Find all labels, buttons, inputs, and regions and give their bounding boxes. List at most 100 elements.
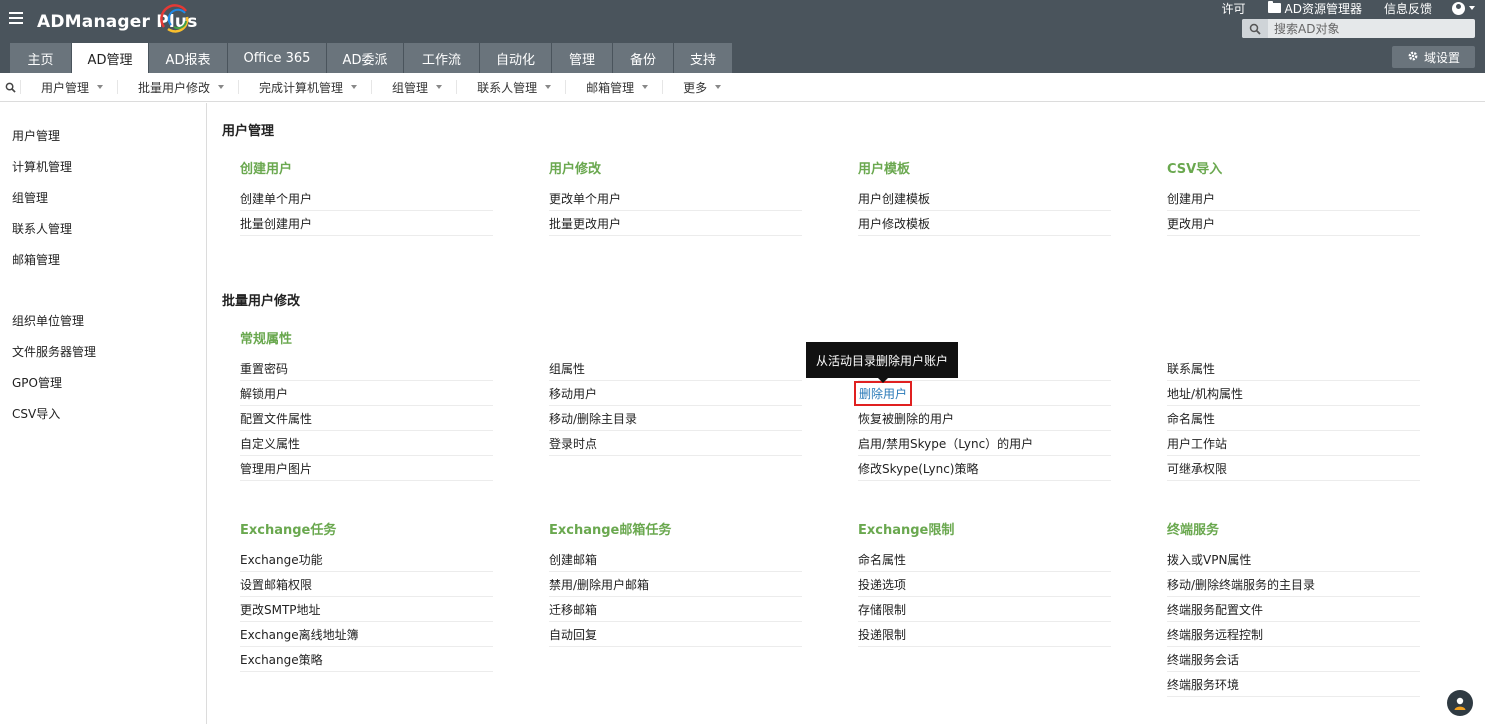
link-logon-hours[interactable]: 登录时点 (549, 431, 802, 456)
link-ts-sessions[interactable]: 终端服务会话 (1167, 647, 1420, 672)
link-inheritable-permissions[interactable]: 可继承权限 (1167, 456, 1420, 481)
search-icon[interactable] (1242, 19, 1268, 38)
domain-settings-label: 域设置 (1423, 50, 1460, 65)
link-naming-attributes[interactable]: 命名属性 (1167, 406, 1420, 431)
subnav-label: 完成计算机管理 (259, 80, 344, 95)
link-ts-environment[interactable]: 终端服务环境 (1167, 672, 1420, 697)
link-delivery-restrictions[interactable]: 投递限制 (858, 622, 1111, 647)
tab-workflow[interactable]: 工作流 (404, 43, 480, 73)
link-custom-attributes[interactable]: 自定义属性 (240, 431, 493, 456)
link-exchange-naming-attributes[interactable]: 命名属性 (858, 547, 1111, 572)
domain-settings-button[interactable]: 域设置 (1392, 46, 1475, 68)
tab-automation[interactable]: 自动化 (480, 43, 552, 73)
menu-icon[interactable] (9, 12, 23, 25)
license-link[interactable]: 许可 (1222, 0, 1246, 17)
tab-home[interactable]: 主页 (10, 43, 72, 73)
tab-support[interactable]: 支持 (674, 43, 733, 73)
tab-office-365[interactable]: Office 365 (228, 43, 327, 73)
link-delete-users[interactable]: 删除用户 (853, 380, 1111, 406)
link-csv-create-users[interactable]: 创建用户 (1167, 186, 1420, 211)
link-auto-reply[interactable]: 自动回复 (549, 622, 802, 647)
link-ts-remote-control[interactable]: 终端服务远程控制 (1167, 622, 1420, 647)
tab-ad-delegation[interactable]: AD委派 (327, 43, 404, 73)
link-group-attributes[interactable]: 组属性 (549, 356, 802, 381)
link-disable-delete-user-mailbox[interactable]: 禁用/删除用户邮箱 (549, 572, 802, 597)
link-label: 更改用户 (1167, 216, 1216, 231)
link-label: 管理用户图片 (240, 461, 313, 476)
subnav-bulk-user-modification[interactable]: 批量用户修改 (117, 80, 238, 95)
link-label: 解锁用户 (240, 386, 289, 401)
search-input[interactable] (1268, 19, 1468, 38)
link-user-creation-template[interactable]: 用户创建模板 (858, 186, 1111, 211)
link-contact-attributes[interactable]: 联系属性 (1167, 356, 1420, 381)
tab-ad-reports[interactable]: AD报表 (149, 43, 228, 73)
user-menu-button[interactable] (1452, 1, 1475, 15)
sidebar-item-csv-import[interactable]: CSV导入 (0, 398, 206, 428)
link-exchange-policies[interactable]: Exchange策略 (240, 647, 493, 672)
sidebar-item-file-server-management[interactable]: 文件服务器管理 (0, 336, 206, 366)
link-change-smtp-address[interactable]: 更改SMTP地址 (240, 597, 493, 622)
link-bulk-modify-users[interactable]: 批量更改用户 (549, 211, 802, 236)
subnav-contact-management[interactable]: 联系人管理 (456, 80, 565, 95)
link-exchange-features[interactable]: Exchange功能 (240, 547, 493, 572)
ad-explorer-link[interactable]: AD资源管理器 (1267, 0, 1362, 17)
link-label: 终端服务远程控制 (1167, 627, 1264, 642)
search-icon[interactable] (0, 82, 20, 93)
subnav-user-management[interactable]: 用户管理 (20, 80, 117, 95)
ad-explorer-label: AD资源管理器 (1284, 1, 1362, 16)
link-dialin-vpn-attributes[interactable]: 拨入或VPN属性 (1167, 547, 1420, 572)
link-reset-password[interactable]: 重置密码 (240, 356, 493, 381)
link-user-modification-template[interactable]: 用户修改模板 (858, 211, 1111, 236)
link-storage-limits[interactable]: 存储限制 (858, 597, 1111, 622)
link-restore-deleted-users[interactable]: 恢复被删除的用户 (858, 406, 1111, 431)
link-ts-profile[interactable]: 终端服务配置文件 (1167, 597, 1420, 622)
link-enable-disable-skype-users[interactable]: 启用/禁用Skype（Lync）的用户 (858, 431, 1111, 456)
sidebar-item-computer-management[interactable]: 计算机管理 (0, 151, 206, 181)
subnav-mailbox-management[interactable]: 邮箱管理 (565, 80, 662, 95)
link-label: 恢复被删除的用户 (858, 411, 955, 426)
sidebar-item-user-management[interactable]: 用户管理 (0, 120, 206, 150)
sidebar-item-ou-management[interactable]: 组织单位管理 (0, 305, 206, 335)
link-create-single-user[interactable]: 创建单个用户 (240, 186, 493, 211)
tab-admin[interactable]: 管理 (552, 43, 613, 73)
link-delivery-options[interactable]: 投递选项 (858, 572, 1111, 597)
chevron-down-icon (351, 85, 358, 89)
feedback-label: 信息反馈 (1383, 1, 1432, 16)
link-label: 自定义属性 (240, 436, 301, 451)
link-label: 终端服务环境 (1167, 677, 1240, 692)
group-title-general-attributes: 常规属性 (240, 332, 293, 347)
link-migrate-mailbox[interactable]: 迁移邮箱 (549, 597, 802, 622)
link-modify-skype-policy[interactable]: 修改Skype(Lync)策略 (858, 456, 1111, 481)
link-exchange-offline-address-book[interactable]: Exchange离线地址簿 (240, 622, 493, 647)
link-set-mailbox-rights[interactable]: 设置邮箱权限 (240, 572, 493, 597)
subnav-label: 组管理 (392, 80, 429, 95)
subnav-computer-management[interactable]: 完成计算机管理 (238, 80, 371, 95)
feedback-link[interactable]: 信息反馈 (1384, 0, 1432, 17)
link-modify-single-user[interactable]: 更改单个用户 (549, 186, 802, 211)
link-move-delete-ts-home-folder[interactable]: 移动/删除终端服务的主目录 (1167, 572, 1420, 597)
link-manage-user-photos[interactable]: 管理用户图片 (240, 456, 493, 481)
link-profile-attributes[interactable]: 配置文件属性 (240, 406, 493, 431)
sidebar-item-group-management[interactable]: 组管理 (0, 182, 206, 212)
link-address-organization-attributes[interactable]: 地址/机构属性 (1167, 381, 1420, 406)
link-move-delete-home-folder[interactable]: 移动/删除主目录 (549, 406, 802, 431)
chat-support-button[interactable] (1447, 690, 1473, 716)
link-label: 设置邮箱权限 (240, 577, 313, 592)
link-unlock-users[interactable]: 解锁用户 (240, 381, 493, 406)
sidebar-item-mailbox-management[interactable]: 邮箱管理 (0, 244, 206, 274)
group-title-exchange-limits: Exchange限制 (858, 523, 955, 538)
link-csv-modify-users[interactable]: 更改用户 (1167, 211, 1420, 236)
tab-backup[interactable]: 备份 (613, 43, 674, 73)
link-create-mailbox[interactable]: 创建邮箱 (549, 547, 802, 572)
link-label: 移动/删除终端服务的主目录 (1167, 577, 1316, 592)
link-bulk-create-users[interactable]: 批量创建用户 (240, 211, 493, 236)
link-user-workstations[interactable]: 用户工作站 (1167, 431, 1420, 456)
link-move-users[interactable]: 移动用户 (549, 381, 802, 406)
subnav-more[interactable]: 更多 (662, 80, 735, 95)
link-label: 创建用户 (1167, 191, 1216, 206)
link-label: 命名属性 (858, 552, 907, 567)
subnav-group-management[interactable]: 组管理 (371, 80, 456, 95)
tab-ad-management[interactable]: AD管理 (72, 43, 149, 73)
sidebar-item-contact-management[interactable]: 联系人管理 (0, 213, 206, 243)
sidebar-item-gpo-management[interactable]: GPO管理 (0, 367, 206, 397)
